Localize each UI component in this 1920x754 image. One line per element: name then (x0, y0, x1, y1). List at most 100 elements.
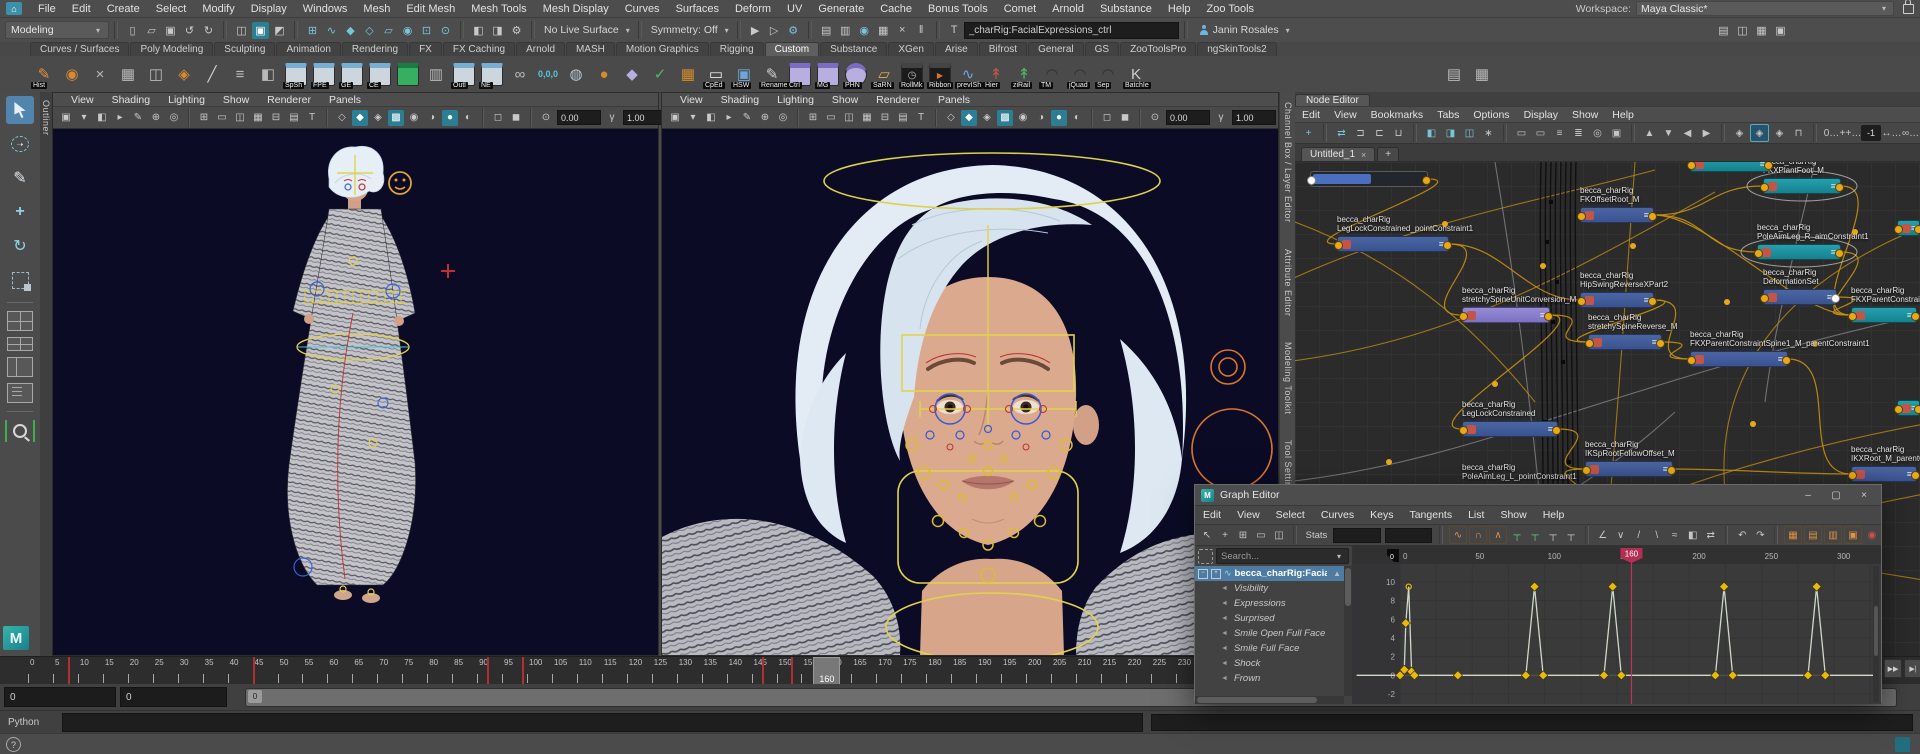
play-forward-icon[interactable]: ▶▶ (1884, 659, 1902, 678)
menu-cache[interactable]: Cache (872, 2, 920, 16)
flag-icon[interactable]: ▸ (721, 110, 737, 126)
insert-keys-icon[interactable]: + (1217, 527, 1233, 543)
expand-icon[interactable]: ↔… (1882, 125, 1902, 141)
search-icon[interactable]: ◎ (1589, 125, 1606, 141)
display-simple-icon[interactable]: ▭ (1532, 125, 1549, 141)
node-ikxroot-m-parentconstraint1[interactable]: ≡ (1848, 466, 1920, 482)
range-slider-handle[interactable]: 0 (248, 689, 262, 703)
output-port[interactable] (1914, 224, 1920, 234)
flat-tangents-icon[interactable]: ┬ (1509, 527, 1525, 543)
shelf-item-ribbon[interactable]: ▶ Ribbon (926, 59, 954, 89)
value-snap-icon[interactable]: ▤ (1803, 526, 1822, 544)
channel-row-frown[interactable]: ◄ Frown (1195, 671, 1344, 686)
shelf-item-outl[interactable]: Outl (450, 59, 478, 89)
shelf-tab-motion-graphics[interactable]: Motion Graphics (615, 42, 709, 56)
shelf-item-brack-4[interactable]: ◫ (142, 59, 170, 89)
shelf-item-hist[interactable]: ✎ Hist (30, 59, 58, 89)
clear-graph-icon[interactable]: ◫ (1461, 125, 1478, 141)
shelf-tab-mash[interactable]: MASH (566, 42, 615, 56)
graph-editor-menu-edit[interactable]: Edit (1195, 509, 1229, 521)
shelf-tab-animation[interactable]: Animation (276, 42, 341, 56)
menu-edit[interactable]: Edit (64, 2, 99, 16)
viewport-menu-panels[interactable]: Panels (930, 94, 978, 106)
node-editor-menu-help[interactable]: Help (1605, 109, 1641, 121)
shelf-item-spsh[interactable]: SpSh (282, 59, 310, 89)
sync-selection-icon[interactable]: ⇄ (1333, 125, 1350, 141)
input-port[interactable] (1848, 311, 1857, 321)
user-account-chip[interactable]: Janin Rosales ▾ (1193, 24, 1299, 36)
output-port[interactable] (1667, 465, 1676, 475)
output-port[interactable] (1782, 355, 1791, 365)
graph-editor-menu-list[interactable]: List (1460, 509, 1492, 521)
command-language-label[interactable]: Python (0, 717, 62, 728)
viewport-3d-canvas[interactable] (662, 129, 1278, 655)
shelf-item-prevish[interactable]: ∿ prevISh (954, 59, 984, 89)
shelf-item-ge[interactable]: GE (338, 59, 366, 89)
shelf-tab-sculpting[interactable]: Sculpting (214, 42, 276, 56)
panel-tab-channel-box-layer-editor[interactable]: Channel Box / Layer Editor (1283, 102, 1293, 223)
shelf-item-knife-6[interactable]: ╱ (198, 59, 226, 89)
menu-windows[interactable]: Windows (295, 2, 356, 16)
snap-point-icon[interactable]: ◆ (342, 22, 359, 39)
viewport-menu-renderer[interactable]: Renderer (259, 94, 319, 106)
move-nearest-picked-key-icon[interactable]: ↖ (1199, 527, 1215, 543)
viewport-menu-panels[interactable]: Panels (321, 94, 369, 106)
wireframe-on-shaded-icon[interactable]: ◈ (979, 110, 995, 126)
snap-uv-icon[interactable]: ⊙ (437, 22, 454, 39)
menu-bonus-tools[interactable]: Bonus Tools (920, 2, 996, 16)
ghosting-icon[interactable]: ▦ (875, 22, 892, 39)
pin-all-icon[interactable]: ∗ (1480, 125, 1497, 141)
expand-icon[interactable]: + (1211, 568, 1221, 579)
prev-graph-icon[interactable]: ◀ (1679, 125, 1696, 141)
output-port[interactable] (1835, 248, 1844, 258)
render-settings-icon[interactable]: ⚙ (785, 22, 802, 39)
input-port[interactable] (1760, 293, 1769, 303)
shelf-item-green-13[interactable] (394, 59, 422, 89)
node-editor-menu-edit[interactable]: Edit (1295, 109, 1327, 121)
input-port[interactable] (1760, 182, 1769, 192)
shadows-icon[interactable]: ◑ (1033, 110, 1049, 126)
isolate-zoom-button[interactable] (5, 420, 35, 442)
shelf-item-skelx-2[interactable]: × (86, 59, 114, 89)
viewport-menu-shading[interactable]: Shading (104, 94, 159, 106)
menu-generate[interactable]: Generate (810, 2, 872, 16)
pan-zoom-icon[interactable]: ⊕ (148, 110, 164, 126)
chevron-down-icon[interactable]: ▾ (623, 26, 633, 35)
menu-zoo-tools[interactable]: Zoo Tools (1199, 2, 1263, 16)
pose-editor-icon[interactable]: ◫ (1734, 22, 1751, 39)
viewport-menu-view[interactable]: View (672, 94, 711, 106)
motion-blur-icon[interactable]: ◐ (460, 110, 476, 126)
shelf-item-globe-19[interactable]: ◍ (562, 59, 590, 89)
animation-snapshot-icon[interactable]: ▤ (818, 22, 835, 39)
graph-editor-window[interactable]: M Graph Editor – ▢ × Edit View Select Curve… (1194, 484, 1882, 704)
film-gate-icon[interactable]: ▭ (823, 110, 839, 126)
shelf-tab-xgen[interactable]: XGen (888, 42, 934, 56)
shelf-item-phn[interactable]: PHN (842, 59, 870, 89)
input-port[interactable] (1754, 248, 1763, 258)
camera-icon[interactable]: ▣ (58, 110, 74, 126)
input-port[interactable] (1582, 465, 1591, 475)
shelf-item-mg[interactable]: MG (814, 59, 842, 89)
shelf-item-hsw[interactable]: ▣ HSW (730, 59, 758, 89)
node-unnamed-17[interactable]: ≡ (1894, 400, 1920, 416)
node-stretchyspineunitconversion-m[interactable]: ≡ (1459, 307, 1553, 323)
shelf-item-rename[interactable]: ✎ Rename (758, 59, 790, 89)
save-scene-icon[interactable]: ▣ (162, 22, 179, 39)
input-port[interactable] (1459, 425, 1468, 435)
shelf-item-ctrl[interactable]: Ctrl (786, 59, 814, 89)
next-graph-icon[interactable]: ▶ (1698, 125, 1715, 141)
shelf-item-comb-14[interactable]: ▥ (422, 59, 450, 89)
quick-selection-icon[interactable]: T (946, 22, 963, 39)
film-gate-icon[interactable]: ▭ (214, 110, 230, 126)
input-port[interactable] (1585, 338, 1594, 348)
node-editor-menu-bookmarks[interactable]: Bookmarks (1364, 109, 1431, 121)
motion-blur-icon[interactable]: ◐ (1069, 110, 1085, 126)
hik-icon[interactable]: ▦ (1753, 22, 1770, 39)
free-tangent-weight-icon[interactable]: / (1631, 527, 1647, 543)
input-port[interactable] (1334, 240, 1343, 250)
ao-icon[interactable]: ● (1051, 109, 1067, 126)
menu-curves[interactable]: Curves (617, 2, 668, 16)
menu-mesh-display[interactable]: Mesh Display (535, 2, 617, 16)
wireframe-icon[interactable]: ◇ (334, 110, 350, 126)
exposure-field[interactable]: 0.00 (1166, 110, 1210, 125)
